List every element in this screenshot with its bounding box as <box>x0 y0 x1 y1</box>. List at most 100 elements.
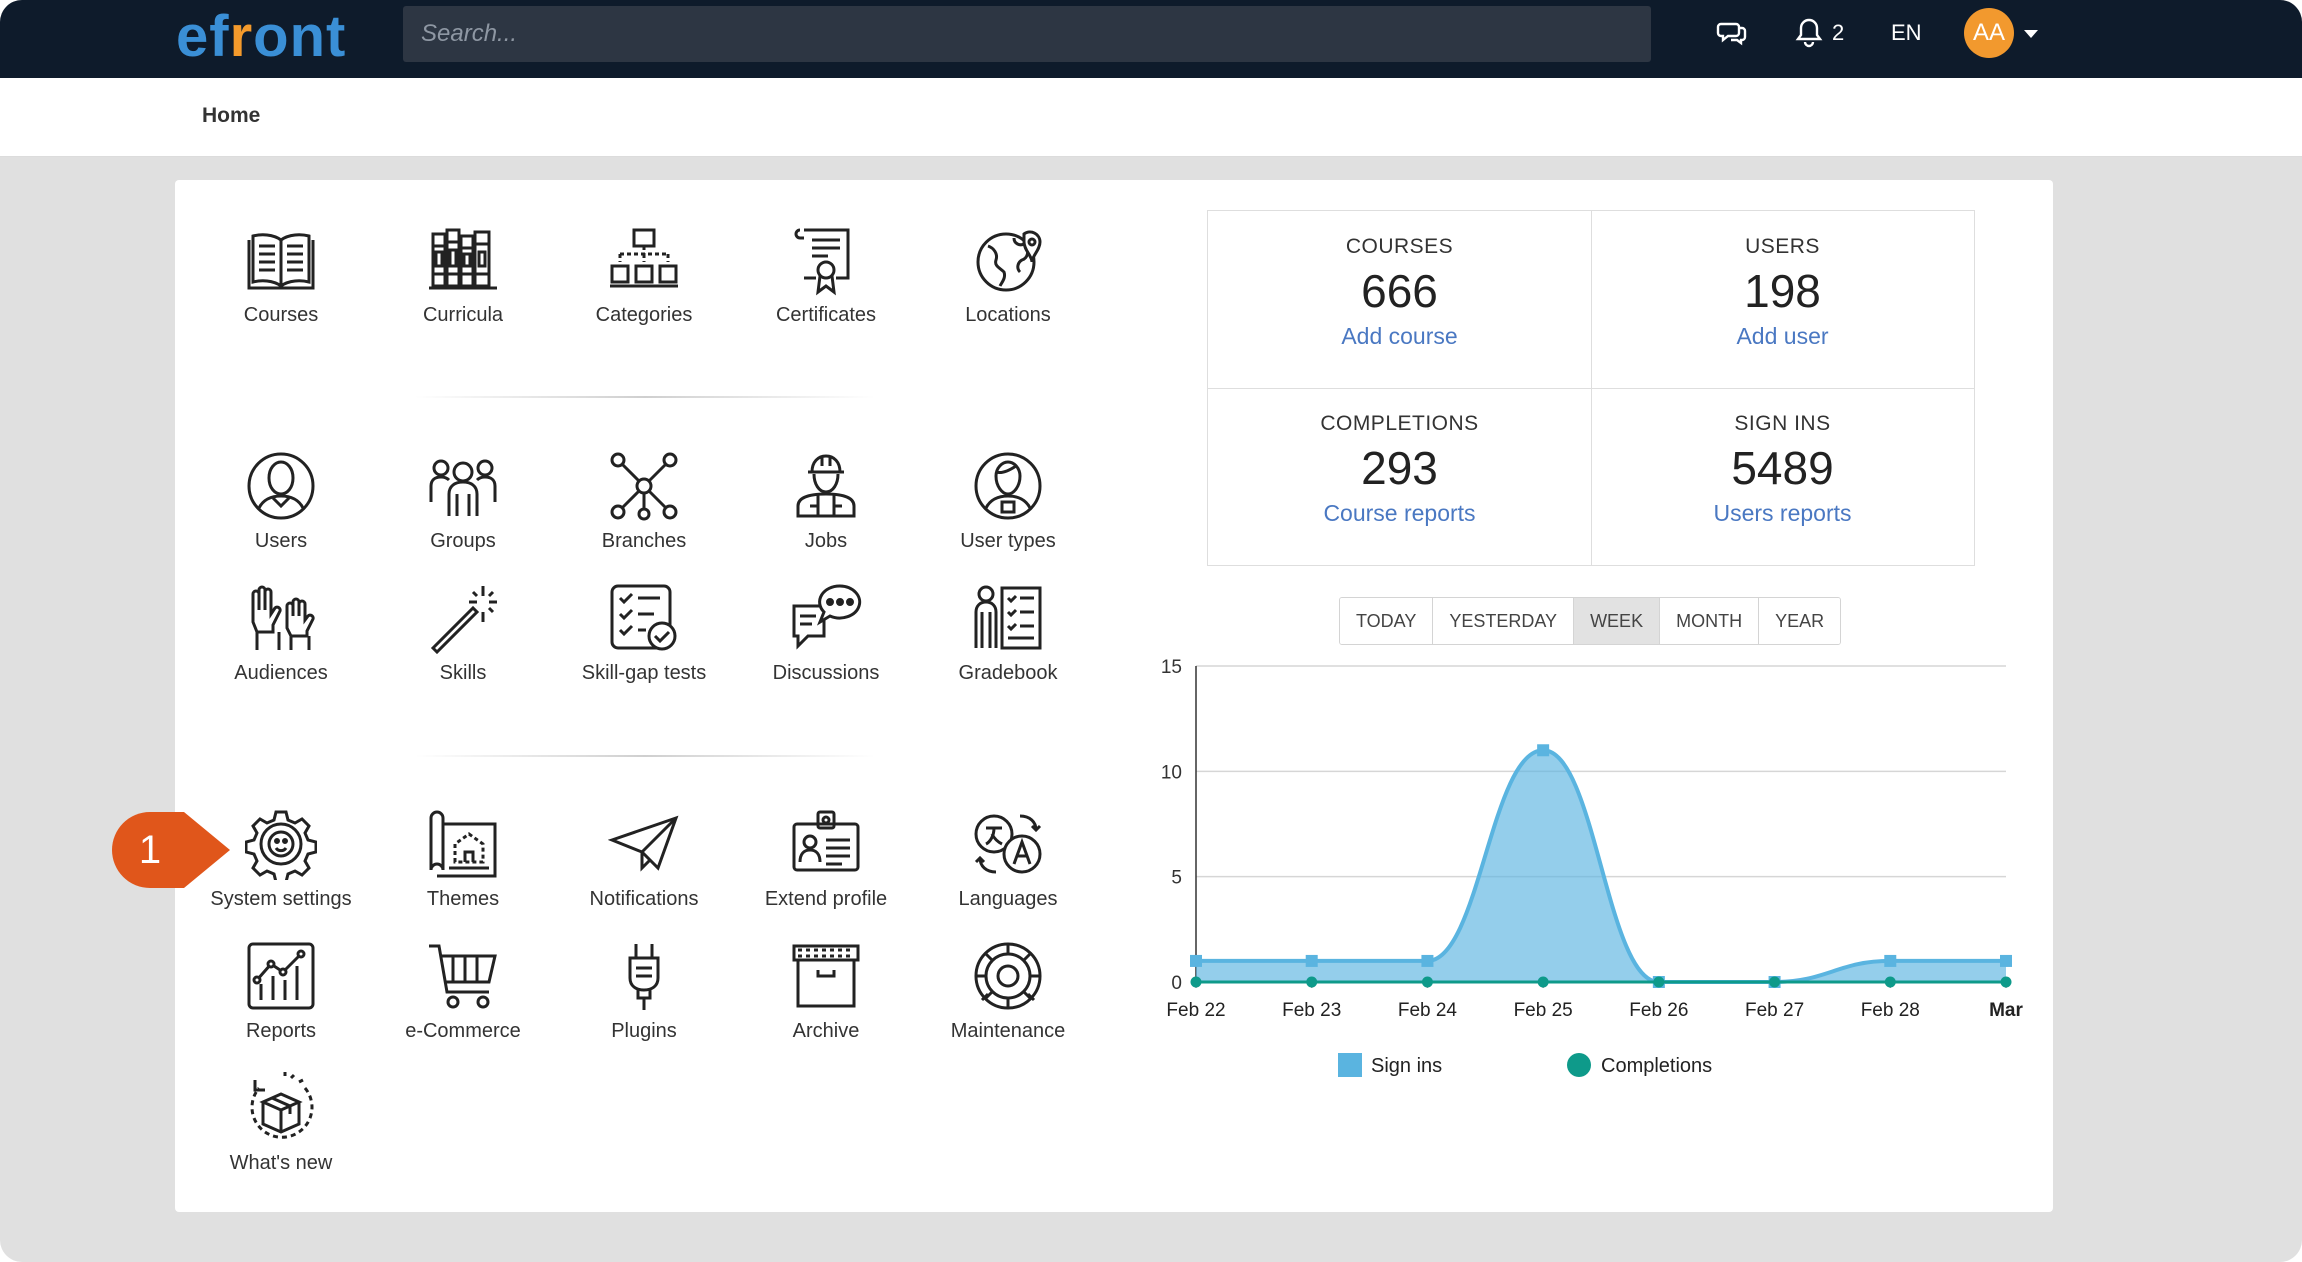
completions-point <box>1537 976 1549 988</box>
notifications-count[interactable]: 2 <box>1832 18 1844 48</box>
period-selector: TODAY YESTERDAY WEEK MONTH YEAR <box>1339 597 1842 645</box>
completions-point <box>1884 976 1896 988</box>
id-card-icon <box>792 810 860 872</box>
tile-label: Gradebook <box>958 662 1058 684</box>
tile-skill-gap-tests[interactable]: Skill-gap tests <box>554 582 734 685</box>
tile-label: What's new <box>229 1152 333 1174</box>
tile-skills[interactable]: Skills <box>373 582 553 685</box>
shopping-cart-icon <box>429 944 497 1009</box>
tile-label: User types <box>960 530 1056 552</box>
maintenance-icon <box>974 942 1042 1010</box>
period-week-button[interactable]: WEEK <box>1574 598 1661 644</box>
y-tick-label: 0 <box>1171 973 1182 994</box>
tile-notifications[interactable]: Notifications <box>554 808 734 911</box>
period-yesterday-button[interactable]: YESTERDAY <box>1433 598 1575 644</box>
tile-languages[interactable]: Languages <box>918 808 1098 911</box>
section-divider <box>415 755 875 757</box>
search-input[interactable] <box>403 6 1651 62</box>
tile-groups[interactable]: Groups <box>373 450 553 553</box>
stat-signins: SIGN INS 5489 Users reports <box>1591 388 1974 565</box>
bell-icon[interactable] <box>1794 16 1824 53</box>
stat-value: 666 <box>1361 265 1438 317</box>
report-chart-icon <box>247 942 315 1010</box>
gradebook-icon <box>974 585 1042 650</box>
tile-curricula[interactable]: Curricula <box>373 224 553 327</box>
completions-point <box>1421 976 1433 988</box>
magic-wand-icon <box>430 586 497 654</box>
x-tick-label: Mar <box>1989 1000 2023 1021</box>
tile-label: Audiences <box>234 662 328 684</box>
period-month-button[interactable]: MONTH <box>1660 598 1760 644</box>
language-selector[interactable]: EN <box>1891 18 1922 48</box>
stat-title: COURSES <box>1345 235 1454 258</box>
tile-gradebook[interactable]: Gradebook <box>918 582 1098 685</box>
users-reports-link[interactable]: Users reports <box>1591 500 1974 527</box>
stat-users: USERS 198 Add user <box>1591 211 1974 389</box>
tile-courses[interactable]: Courses <box>191 224 371 327</box>
breadcrumb: Home <box>0 78 2302 157</box>
worker-icon <box>796 454 856 518</box>
stat-completions: COMPLETIONS 293 Course reports <box>1208 388 1592 565</box>
breadcrumb-home[interactable]: Home <box>202 104 260 128</box>
y-tick-label: 15 <box>1161 657 1182 678</box>
tile-label: Notifications <box>589 888 699 910</box>
tile-jobs[interactable]: Jobs <box>736 450 916 553</box>
tile-reports[interactable]: Reports <box>191 940 371 1043</box>
tile-whats-new[interactable]: What's new <box>191 1072 371 1175</box>
speech-bubbles-icon <box>792 584 862 650</box>
tile-themes[interactable]: Themes <box>373 808 553 911</box>
avatar[interactable]: AA <box>1964 8 2014 58</box>
chat-icon[interactable] <box>1716 16 1748 53</box>
chevron-down-icon[interactable] <box>2024 30 2038 38</box>
tile-label: Reports <box>245 1020 317 1042</box>
tile-label: Branches <box>601 530 687 552</box>
tile-archive[interactable]: Archive <box>736 940 916 1043</box>
archive-box-icon <box>792 944 860 1008</box>
tile-plugins[interactable]: Plugins <box>554 940 734 1043</box>
course-reports-link[interactable]: Course reports <box>1208 500 1591 527</box>
tile-branches[interactable]: Branches <box>554 450 734 553</box>
add-user-link[interactable]: Add user <box>1591 323 1974 350</box>
tile-label: Archive <box>792 1020 860 1042</box>
top-navbar: efront 2 EN AA <box>0 0 2302 78</box>
app-frame: efront 2 EN AA Home Courses Curricula Ca… <box>0 0 2302 1262</box>
checklist-icon <box>610 584 677 651</box>
tile-discussions[interactable]: Discussions <box>736 582 916 685</box>
sign-ins-point <box>1537 744 1550 757</box>
tile-audiences[interactable]: Audiences <box>191 582 371 685</box>
completions-point <box>2000 976 2012 988</box>
tile-label: Languages <box>958 888 1058 910</box>
tile-user-types[interactable]: User types <box>918 450 1098 553</box>
gift-box-icon <box>250 1072 314 1139</box>
tile-certificates[interactable]: Certificates <box>736 224 916 327</box>
tile-label: Jobs <box>804 530 848 552</box>
tile-ecommerce[interactable]: e-Commerce <box>373 940 553 1043</box>
completions-point <box>1769 976 1781 988</box>
tile-locations[interactable]: Locations <box>918 224 1098 327</box>
add-course-link[interactable]: Add course <box>1208 323 1591 350</box>
efront-logo[interactable]: efront <box>176 4 346 70</box>
tile-users[interactable]: Users <box>191 450 371 553</box>
x-tick-label: Feb 25 <box>1514 1000 1573 1021</box>
x-tick-label: Feb 27 <box>1745 1000 1804 1021</box>
globe-icon <box>976 230 1042 292</box>
period-today-button[interactable]: TODAY <box>1340 598 1434 644</box>
legend-label-sign-ins: Sign ins <box>1371 1055 1442 1077</box>
stat-title: COMPLETIONS <box>1320 412 1479 435</box>
period-year-button[interactable]: YEAR <box>1759 598 1841 644</box>
hierarchy-icon <box>610 228 678 288</box>
tile-label: Users <box>254 530 308 552</box>
books-shelf-icon <box>429 228 497 290</box>
tile-label: Categories <box>595 304 693 326</box>
tile-label: Locations <box>965 304 1051 326</box>
raised-hands-icon <box>251 585 315 650</box>
plug-icon <box>628 944 660 1010</box>
tile-categories[interactable]: Categories <box>554 224 734 327</box>
paper-plane-icon <box>608 815 679 872</box>
tile-extend-profile[interactable]: Extend profile <box>736 808 916 911</box>
group-icon <box>429 459 497 516</box>
tile-label: Skills <box>439 662 487 684</box>
completions-point <box>1306 976 1318 988</box>
tile-maintenance[interactable]: Maintenance <box>918 940 1098 1043</box>
stats-grid: COURSES 666 Add course USERS 198 Add use… <box>1207 210 1975 566</box>
